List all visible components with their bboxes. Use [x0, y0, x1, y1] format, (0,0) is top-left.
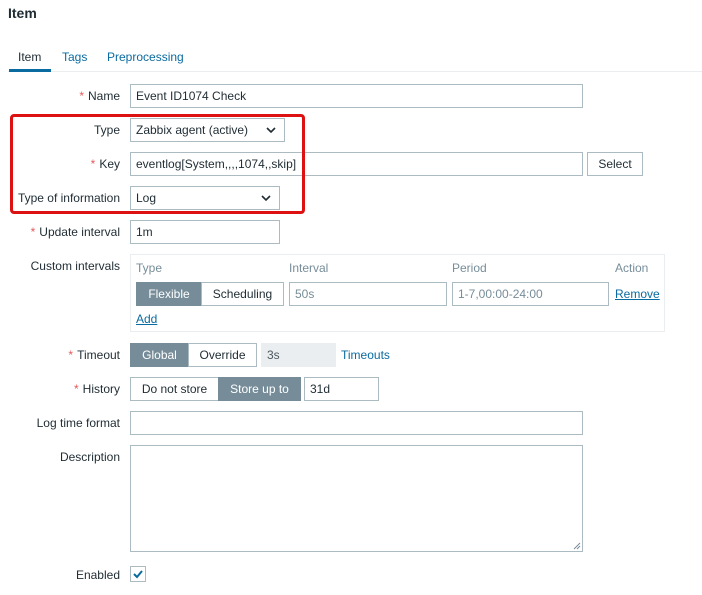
log-time-format-input[interactable] [130, 411, 583, 435]
page-title: Item [8, 5, 37, 21]
ci-add-link[interactable]: Add [136, 312, 157, 326]
ci-header-action: Action [615, 261, 649, 275]
active-tab-indicator [9, 69, 51, 72]
timeouts-link[interactable]: Timeouts [341, 348, 390, 362]
required-marker: * [79, 89, 84, 103]
history-value-input[interactable]: 31d [304, 377, 379, 401]
log-time-format-label: Log time format [36, 416, 120, 430]
description-label: Description [59, 450, 120, 464]
name-input[interactable]: Event ID1074 Check [130, 84, 583, 108]
ci-header-type: Type [136, 261, 163, 275]
ci-type-flexible[interactable]: Flexible [136, 282, 202, 306]
ci-type-scheduling[interactable]: Scheduling [201, 282, 284, 306]
resize-handle-icon[interactable] [573, 542, 581, 550]
timeout-value-input: 3s [261, 343, 336, 367]
timeout-override-button[interactable]: Override [188, 343, 257, 367]
custom-intervals-label: Custom intervals [30, 259, 120, 273]
highlight-box [10, 114, 305, 214]
checkmark-icon [133, 570, 143, 579]
timeout-global-button[interactable]: Global [130, 343, 189, 367]
tab-preprocessing[interactable]: Preprocessing [107, 50, 184, 64]
update-interval-label: * Update interval [30, 225, 120, 239]
tabs-divider [8, 71, 702, 72]
ci-header-interval: Interval [289, 261, 329, 275]
history-label: * History [73, 382, 120, 396]
history-do-not-store-button[interactable]: Do not store [130, 377, 219, 401]
name-label: * Name [79, 89, 120, 103]
timeout-label: * Timeout [68, 348, 120, 362]
tab-tags[interactable]: Tags [62, 50, 87, 64]
ci-remove-link[interactable]: Remove [615, 287, 660, 301]
key-select-button[interactable]: Select [587, 152, 643, 176]
history-store-up-to-button[interactable]: Store up to [218, 377, 301, 401]
update-interval-input[interactable]: 1m [130, 220, 280, 244]
required-marker: * [73, 382, 79, 396]
ci-period-input[interactable]: 1-7,00:00-24:00 [452, 282, 609, 306]
ci-interval-input[interactable]: 50s [289, 282, 447, 306]
enabled-label: Enabled [75, 568, 120, 582]
required-marker: * [68, 348, 74, 362]
ci-header-period: Period [452, 261, 487, 275]
required-marker: * [30, 225, 36, 239]
description-textarea[interactable] [130, 445, 583, 552]
tab-item[interactable]: Item [18, 50, 41, 64]
enabled-checkbox[interactable] [130, 566, 146, 582]
